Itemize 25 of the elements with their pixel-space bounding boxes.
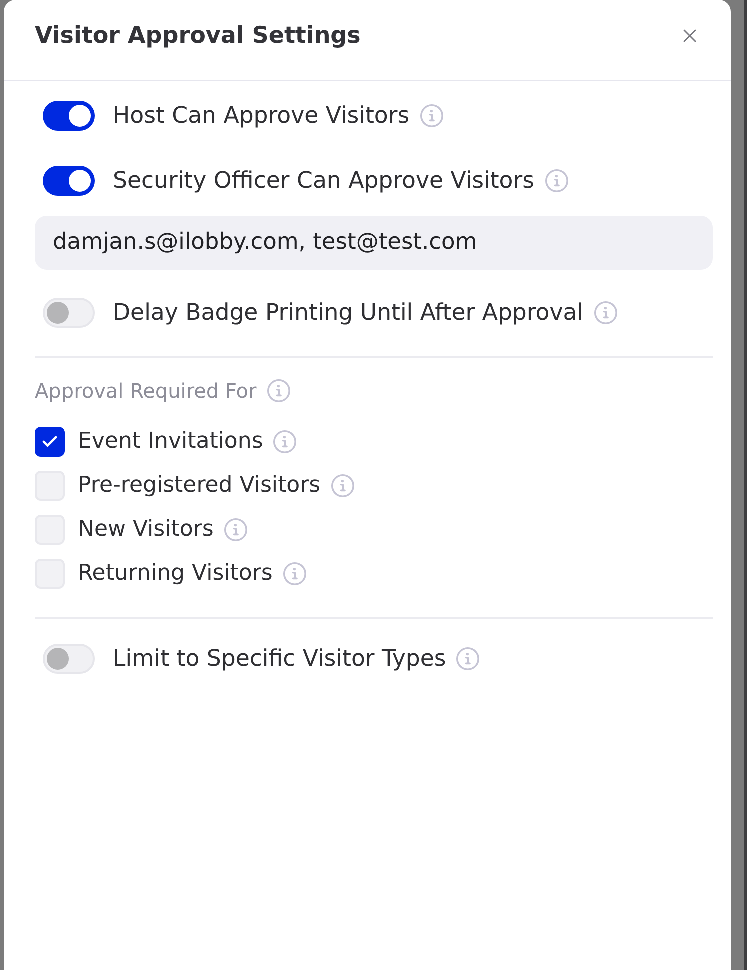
- dialog-title: Visitor Approval Settings: [35, 22, 361, 50]
- checkbox[interactable]: [35, 427, 65, 457]
- info-icon[interactable]: [273, 430, 298, 454]
- info-icon[interactable]: [594, 301, 618, 325]
- info-icon[interactable]: [420, 104, 444, 128]
- toggle-switch[interactable]: [43, 101, 95, 131]
- checkbox-label: Pre-registered Visitors: [78, 472, 321, 500]
- info-icon[interactable]: [266, 379, 291, 403]
- toggle-label: Limit to Specific Visitor Types: [113, 645, 446, 673]
- info-icon[interactable]: [224, 518, 248, 542]
- section-heading: Approval Required For: [35, 379, 257, 403]
- toggle-switch[interactable]: [43, 644, 95, 674]
- checkbox-label: New Visitors: [78, 516, 214, 544]
- checkbox-label: Event Invitations: [78, 428, 264, 456]
- toggle-switch[interactable]: [43, 298, 95, 328]
- toggle-switch[interactable]: [43, 166, 95, 196]
- checkbox-label: Returning Visitors: [78, 560, 273, 588]
- info-icon[interactable]: [282, 562, 307, 586]
- toggle-label: Delay Badge Printing Until After Approval: [113, 299, 584, 327]
- email-field[interactable]: damjan.s@ilobby.com, test@test.com: [35, 216, 713, 270]
- info-icon[interactable]: [456, 647, 480, 671]
- info-icon[interactable]: [544, 169, 568, 193]
- toggle-label: Host Can Approve Visitors: [113, 102, 410, 130]
- info-icon[interactable]: [330, 474, 355, 498]
- toggle-label: Security Officer Can Approve Visitors: [113, 167, 534, 195]
